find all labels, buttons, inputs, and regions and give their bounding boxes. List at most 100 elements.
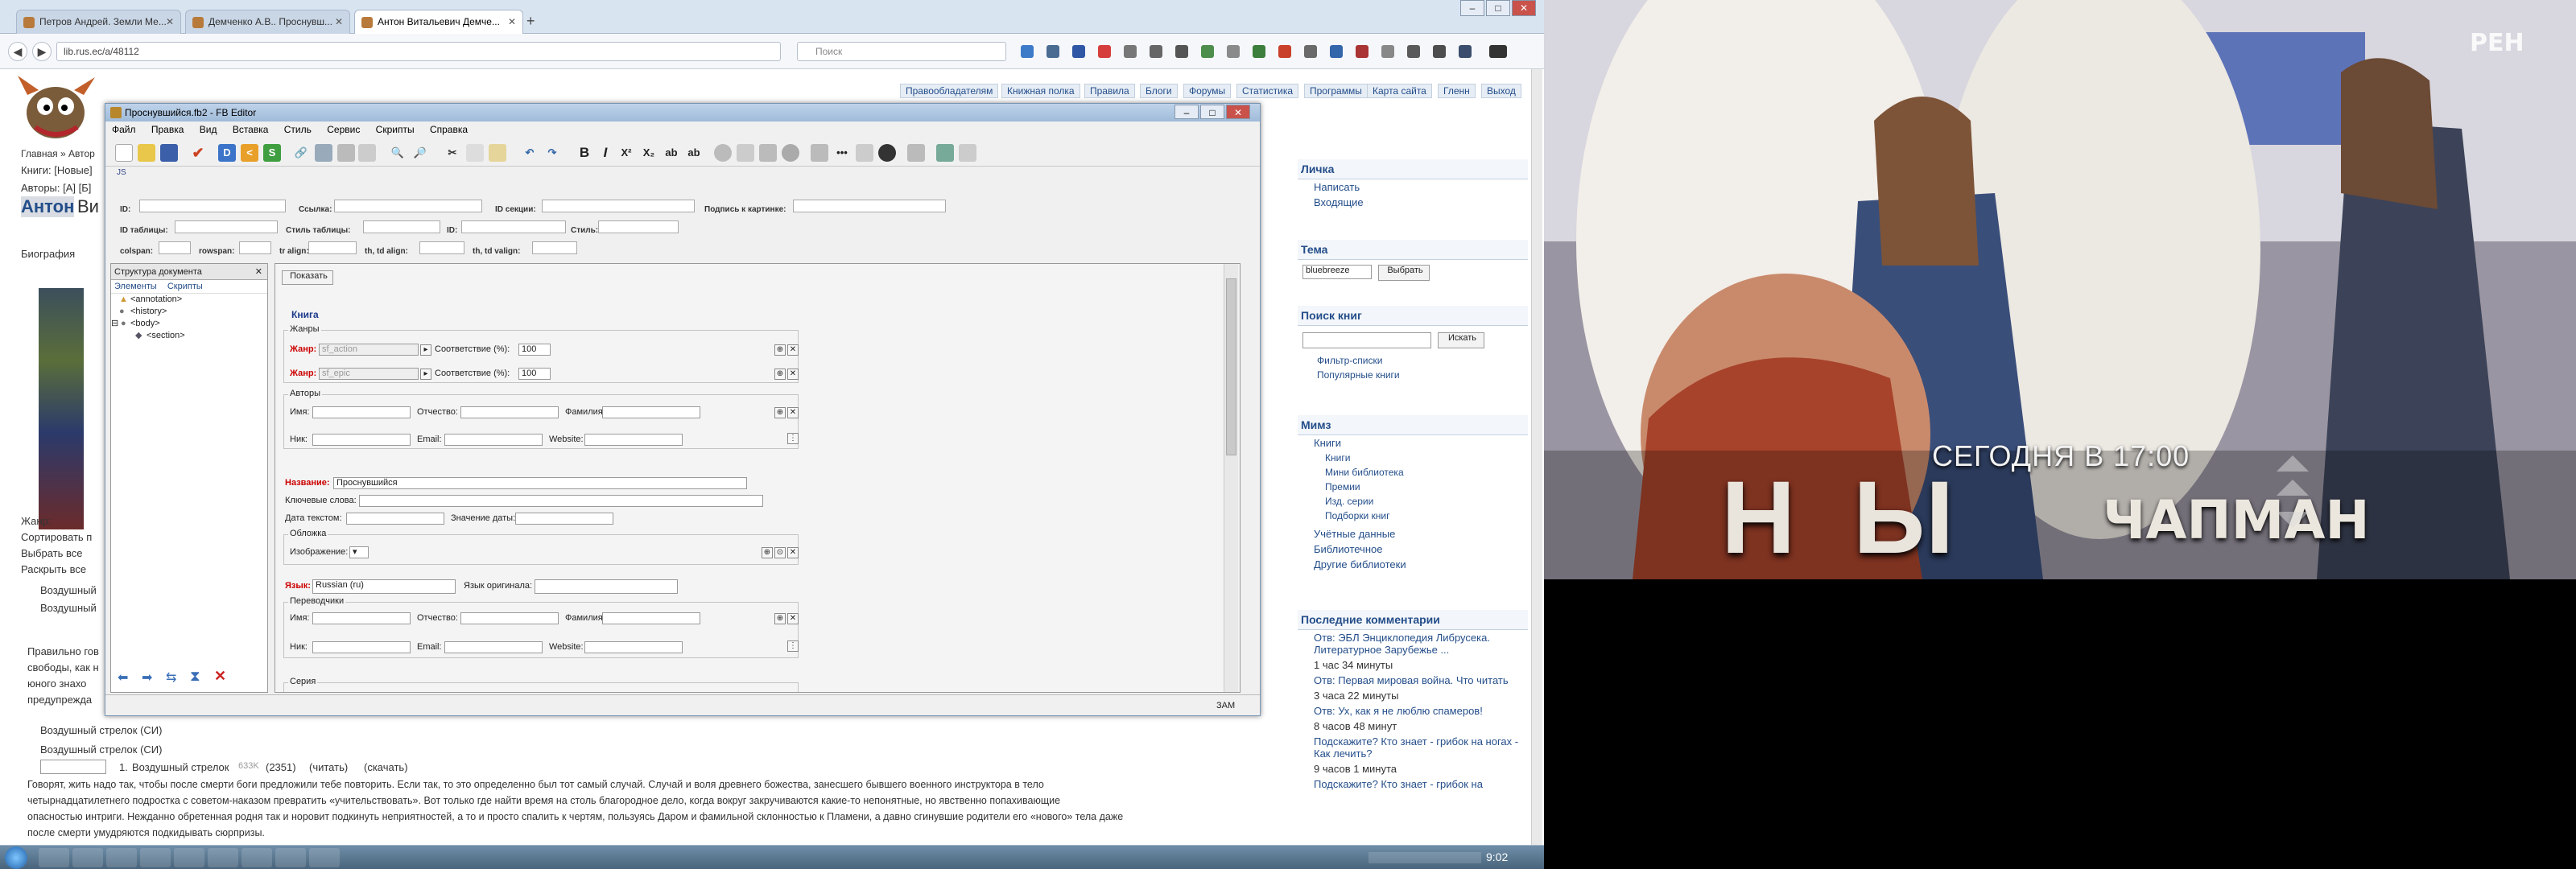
more-author-icon[interactable]: ⋮ [787,433,799,444]
extension-icon[interactable] [1433,45,1446,58]
genre-input[interactable]: sf_epic [319,368,419,380]
history-icon[interactable] [1227,45,1240,58]
split-icon[interactable]: ⧗ [190,668,200,685]
menu-scripts[interactable]: Скрипты [369,121,421,138]
tab-scripts[interactable]: Скрипты [167,282,203,291]
match-input[interactable]: 100 [518,344,551,356]
style-input[interactable] [598,220,679,233]
maximize-icon[interactable]: □ [1200,105,1224,119]
menu-file[interactable]: Файл [105,121,142,138]
taskbar-app[interactable] [275,848,306,867]
topmenu-rights[interactable]: Правообладателям [900,84,999,98]
td-align-select[interactable] [419,241,464,254]
date-text-input[interactable] [346,513,444,525]
show-button[interactable]: Показать [282,270,333,285]
theme-select-button[interactable]: Выбрать [1378,265,1430,281]
expand-all-checkbox[interactable]: Раскрыть все [21,563,86,575]
menu-style[interactable]: Стиль [278,121,318,138]
taskbar-app[interactable] [106,848,137,867]
close-window-icon[interactable]: ✕ [1512,0,1536,16]
tool-icon[interactable] [959,144,976,162]
add-translator-icon[interactable]: ⊕ [774,613,786,624]
close-tab-icon[interactable]: ✕ [166,10,174,33]
new-file-icon[interactable] [115,144,133,162]
date-value-input[interactable] [515,513,613,525]
taskbar-app[interactable] [72,848,103,867]
nick-input[interactable] [312,434,411,446]
menu-sub-item[interactable]: Изд. серии [1298,494,1528,509]
tree-body[interactable]: ⊟ ● <body> [111,318,267,330]
tr-middle-name-input[interactable] [460,612,559,624]
url-input[interactable]: lib.rus.ec/a/48112 [56,42,781,61]
remove-author-icon[interactable]: ✕ [787,407,799,418]
section-id-input[interactable] [542,200,695,212]
menu-insert[interactable]: Вставка [226,121,275,138]
website-input[interactable] [584,434,683,446]
middle-name-input[interactable] [460,406,559,418]
comment-link[interactable]: Отв: ЭБЛ Энциклопедия Либрусека. Литерат… [1298,630,1528,657]
new-tab-icon[interactable]: + [526,13,535,30]
extension-icon[interactable] [1381,45,1394,58]
topmenu-programs[interactable]: Программы [1304,84,1368,98]
menu-sub-item[interactable]: Подборки книг [1298,509,1528,523]
tree-annotation[interactable]: ▲ <annotation> [111,294,267,306]
validate-icon[interactable]: ✔ [189,144,207,162]
id-input[interactable] [139,200,286,212]
lang-select[interactable]: Russian (ru) [312,579,456,594]
rowspan-input[interactable] [239,241,271,254]
italic-icon[interactable]: I [597,144,614,162]
menu-sub-item[interactable]: Премии [1298,480,1528,494]
remove-translator-icon[interactable]: ✕ [787,613,799,624]
back-icon[interactable]: ◀ [8,42,27,61]
edit-image-icon[interactable]: ⊙ [774,547,786,558]
inbox-link[interactable]: Входящие [1298,195,1528,210]
last-name-input[interactable] [602,406,700,418]
series-sub[interactable]: Воздушный стрелок (СИ) [40,743,162,756]
forward-icon[interactable]: ▶ [32,42,52,61]
menu-service[interactable]: Сервис [320,121,366,138]
add-author-icon[interactable]: ⊕ [774,407,786,418]
add-genre-icon[interactable]: ⊕ [774,369,786,380]
series-link[interactable]: Воздушный [40,602,97,614]
clock[interactable]: 9:02 [1486,850,1508,863]
colspan-input[interactable] [159,241,191,254]
comment-link[interactable]: Подскажите? Кто знает - грибок на ногах … [1298,734,1528,761]
tr-website-input[interactable] [584,641,683,653]
book-search-input[interactable] [1302,332,1431,348]
copy-icon[interactable] [466,144,484,162]
biography-link[interactable]: Биография [21,248,75,260]
tr-nick-input[interactable] [312,641,411,653]
extension-icon[interactable] [1304,45,1317,58]
site-logo[interactable] [11,71,100,148]
authors-line[interactable]: Авторы: [A] [Б] [21,182,91,194]
delete-icon[interactable]: ✕ [214,668,226,685]
extension-icon[interactable] [1330,45,1343,58]
taskbar-app[interactable] [208,848,238,867]
menu-books[interactable]: Книги [1298,435,1528,451]
genre-input[interactable]: sf_action [319,344,419,356]
pocket-icon[interactable] [1175,45,1188,58]
comment-link[interactable]: Подскажите? Кто знает - грибок на [1298,776,1528,792]
browser-tab-2[interactable]: Демченко А.В.. Проснувш... ✕ [185,10,350,34]
close-tab-icon[interactable]: ✕ [508,10,516,33]
book-search-button[interactable]: Искать [1438,332,1484,348]
read-link[interactable]: (читать) [309,761,348,773]
comment-link[interactable]: Отв: Ух, как я не люблю спамеров! [1298,703,1528,719]
remove-genre-icon[interactable]: ✕ [787,344,799,356]
tool-icon[interactable] [759,144,777,162]
menu-accounts[interactable]: Учётные данные [1298,526,1528,542]
tr-first-name-input[interactable] [312,612,411,624]
tool-icon[interactable] [782,144,799,162]
extension-icon[interactable] [1201,45,1214,58]
browser-tab-1[interactable]: Петров Андрей. Земли Ме... ✕ [16,10,181,34]
id2-input[interactable] [461,220,566,233]
src-lang-select[interactable] [535,579,678,594]
download-link[interactable]: (скачать) [364,761,408,773]
menu-view[interactable]: Вид [193,121,224,138]
link-input[interactable] [334,200,482,212]
filter-list-link[interactable]: Фильтр-списки [1298,353,1528,368]
taskbar-app[interactable] [174,848,204,867]
menu-other-libs[interactable]: Другие библиотеки [1298,557,1528,572]
taskbar-app[interactable] [39,848,69,867]
bookmark-icon[interactable] [1021,45,1034,58]
